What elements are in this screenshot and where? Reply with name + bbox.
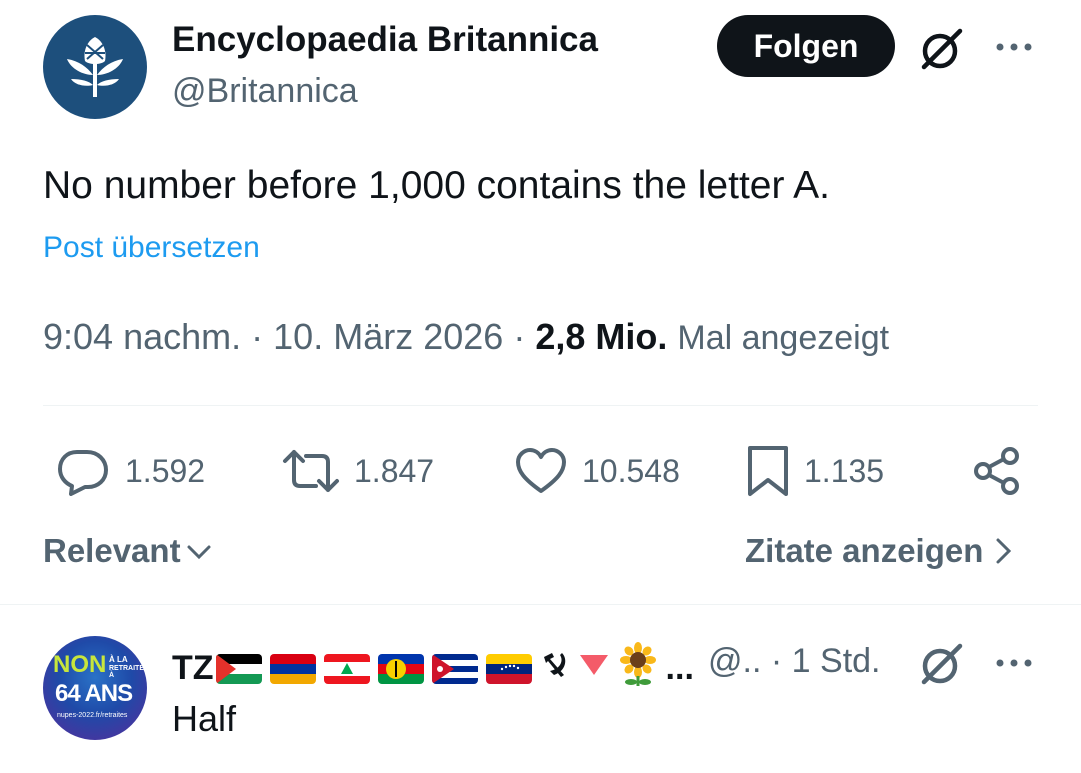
repost-button[interactable]: 1.847 — [282, 440, 434, 502]
more-options-icon[interactable] — [992, 30, 1036, 64]
like-button[interactable]: 10.548 — [514, 440, 680, 502]
chevron-down-icon — [187, 545, 211, 560]
reply-count: 1.592 — [125, 452, 206, 489]
view-quotes-link[interactable]: Zitate anzeigen — [745, 532, 1015, 570]
view-count: 2,8 Mio. — [535, 316, 668, 357]
meta-separator: · — [513, 316, 526, 357]
author-avatar[interactable] — [43, 15, 147, 119]
repost-count: 1.847 — [354, 452, 435, 489]
tweet-time[interactable]: 9:04 nachm. — [43, 316, 241, 357]
bookmark-button[interactable]: 1.135 — [746, 440, 884, 502]
reply-handle[interactable]: @.. — [708, 642, 761, 680]
share-icon — [974, 447, 1019, 495]
meta-separator: · — [251, 316, 264, 357]
heart-icon — [516, 448, 566, 493]
sunflower-icon — [618, 642, 658, 695]
hammer-sickle-icon — [540, 649, 570, 688]
avatar-text-64: 64 ANS — [55, 680, 133, 707]
avatar-text-small2: RETRAITE À — [109, 665, 144, 679]
cuba-flag — [431, 653, 478, 684]
translate-link[interactable]: Post übersetzen — [43, 231, 260, 265]
palestine-flag — [215, 653, 262, 684]
chevron-right-icon — [996, 538, 1012, 564]
divider — [0, 604, 1081, 605]
grok-icon[interactable] — [918, 25, 966, 73]
tweet-meta: 9:04 nachm. · 10. März 2026 · 2,8 Mio. M… — [43, 316, 889, 358]
share-button[interactable] — [972, 440, 1036, 502]
thistle-logo-icon — [67, 37, 123, 97]
bookmark-icon — [748, 446, 788, 496]
reply-name-text: TZ — [172, 649, 214, 687]
sort-dropdown[interactable]: Relevant — [43, 532, 213, 570]
avatar-text-non: NON — [53, 651, 107, 678]
more-options-icon[interactable] — [992, 646, 1036, 680]
quotes-label: Zitate anzeigen — [745, 532, 984, 569]
views-label: Mal angezeigt — [677, 319, 890, 357]
reply-author-name[interactable]: TZ ... — [172, 642, 694, 695]
reply-button[interactable]: 1.592 — [55, 440, 205, 502]
reply-name-ellipsis: ... — [665, 649, 694, 687]
avatar-text-small1: À LA — [109, 655, 128, 664]
red-triangle-icon — [578, 649, 610, 688]
follow-button[interactable]: Folgen — [717, 15, 895, 77]
repost-icon — [283, 450, 339, 492]
reply-text: Half — [172, 698, 237, 739]
author-name[interactable]: Encyclopaedia Britannica — [172, 20, 598, 60]
tweet-date[interactable]: 10. März 2026 — [273, 316, 503, 357]
author-handle[interactable]: @Britannica — [172, 72, 358, 111]
like-count: 10.548 — [582, 452, 680, 489]
venezuela-flag — [485, 653, 532, 684]
armenia-flag — [269, 653, 316, 684]
bookmark-count: 1.135 — [804, 452, 885, 489]
divider — [43, 405, 1038, 406]
avatar-text-url: nupes-2022.fr/retraites — [57, 712, 128, 719]
reply-meta: @.. · 1 Std. — [708, 642, 881, 681]
lebanon-flag — [323, 653, 370, 684]
reply-icon — [58, 450, 108, 496]
sort-label: Relevant — [43, 532, 181, 569]
new-caledonia-flag — [377, 653, 424, 684]
tweet-text: No number before 1,000 contains the lett… — [43, 164, 830, 207]
reply-avatar[interactable]: NON À LA RETRAITE À 64 ANS nupes-2022.fr… — [43, 636, 147, 740]
reply-time[interactable]: 1 Std. — [792, 642, 881, 680]
grok-icon[interactable] — [918, 640, 966, 688]
meta-separator: · — [770, 642, 783, 680]
